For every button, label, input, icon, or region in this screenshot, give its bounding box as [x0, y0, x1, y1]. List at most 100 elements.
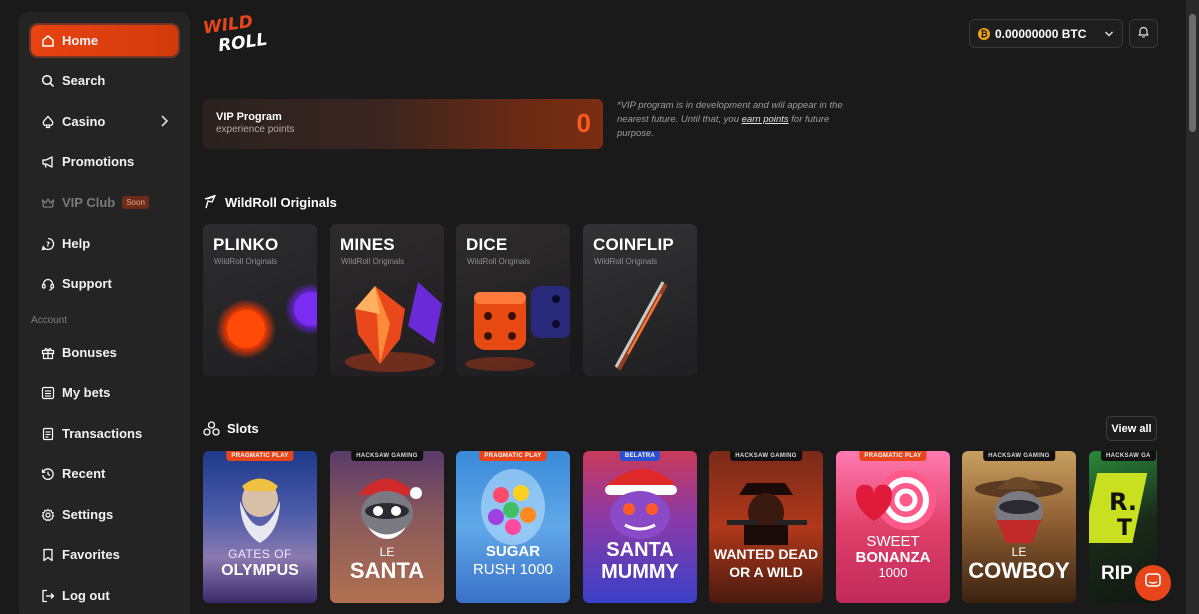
slot-card-le-cowboy[interactable]: HACKSAW GAMING LE COWBOY: [962, 451, 1076, 603]
originals-heading: WildRoll Originals: [203, 194, 337, 210]
mummy-santa-art: [605, 468, 677, 539]
game-title: PLINKO: [213, 235, 279, 254]
zeus-art: [240, 478, 280, 543]
plinko-balls-art: [216, 283, 317, 359]
bitcoin-icon: ₿: [978, 27, 990, 40]
provider-badge: HACKSAW GAMING: [983, 451, 1055, 461]
wallet-balance-button[interactable]: ₿ 0.00000000 BTC: [969, 19, 1123, 48]
sidebar-item-label: Recent: [62, 466, 106, 481]
slot-title-line2: OR A WILD: [729, 564, 803, 580]
sidebar-item-search[interactable]: Search: [31, 65, 178, 96]
sidebar-item-bonuses[interactable]: Bonuses: [31, 337, 178, 368]
sidebar-item-label: Help: [62, 236, 91, 251]
gumball-machine-art: [481, 469, 545, 545]
sidebar-item-label: My bets: [62, 385, 111, 400]
gunslinger-art: [727, 483, 807, 545]
vip-subtitle: experience points: [216, 124, 295, 135]
slot-title-line1: SUGAR: [485, 543, 541, 560]
sidebar-item-favorites[interactable]: Favorites: [31, 539, 178, 570]
sidebar-item-label: VIP Club: [62, 195, 116, 210]
wildroll-originals-icon: [203, 194, 218, 210]
slot-card-sugar-rush[interactable]: PRAGMATIC PLAY SUGAR RUSH 1000: [456, 451, 570, 603]
sidebar-item-settings[interactable]: Settings: [31, 499, 178, 530]
sidebar-item-casino[interactable]: Casino: [31, 106, 178, 137]
chevron-down-icon: [1104, 28, 1114, 42]
cowboy-raccoon-art: [975, 477, 1063, 543]
provider-badge: HACKSAW GAMING: [351, 451, 423, 461]
sidebar-item-label: Log out: [62, 588, 110, 603]
slot-card-le-santa[interactable]: HACKSAW GAMING LE SANTA: [330, 451, 444, 603]
slot-title-line2: SANTA: [349, 558, 425, 583]
sidebar-item-label: Transactions: [62, 426, 143, 441]
sidebar: Home Search Casino Promotions VIP Club S…: [19, 12, 190, 614]
game-card-coinflip[interactable]: COINFLIP WildRoll Originals: [583, 224, 697, 376]
sidebar-item-help[interactable]: ? Help: [31, 228, 178, 259]
slot-title-line2: MUMMY: [601, 561, 679, 583]
sidebar-item-promotions[interactable]: Promotions: [31, 146, 178, 177]
dice-art: [465, 286, 570, 371]
crown-icon: [40, 195, 56, 211]
megaphone-icon: [40, 154, 56, 170]
view-all-slots-button[interactable]: View all: [1106, 416, 1157, 441]
provider-badge: PRAGMATIC PLAY: [479, 451, 547, 461]
originals-heading-text: WildRoll Originals: [225, 194, 337, 210]
slot-title-line2: COWBOY: [968, 558, 1070, 583]
slots-heading: Slots: [203, 421, 259, 436]
game-card-dice[interactable]: DICE WildRoll Originals: [456, 224, 570, 376]
sidebar-item-label: Favorites: [62, 547, 120, 562]
slot-card-santa-mummy[interactable]: BELATRA SANTA MUMMY: [583, 451, 697, 603]
sidebar-item-label: Casino: [62, 114, 106, 129]
notifications-button[interactable]: [1129, 19, 1158, 48]
sidebar-item-label: Bonuses: [62, 345, 117, 360]
history-icon: [40, 466, 56, 482]
slot-title-line1: LE: [1011, 545, 1027, 559]
vip-title: VIP Program: [216, 111, 282, 123]
game-title: DICE: [466, 235, 508, 254]
mines-gems-art: [345, 282, 442, 372]
account-section-label: Account: [31, 315, 68, 326]
wildroll-logo[interactable]: WILD ROLL: [202, 12, 269, 56]
gift-icon: [40, 345, 56, 361]
raccoon-santa-art: [358, 478, 422, 539]
slots-icon: [203, 421, 220, 436]
sidebar-item-logout[interactable]: Log out: [31, 580, 178, 611]
live-chat-button[interactable]: [1135, 565, 1171, 601]
sidebar-item-recent[interactable]: Recent: [31, 458, 178, 489]
earn-points-link[interactable]: earn points: [742, 114, 789, 125]
slot-title-line1: LE: [379, 545, 395, 559]
sidebar-item-transactions[interactable]: Transactions: [31, 418, 178, 449]
provider-badge: HACKSAW GAMING: [730, 451, 802, 461]
soon-badge: Soon: [122, 196, 149, 209]
headset-icon: [40, 276, 56, 292]
slot-card-sweet-bonanza[interactable]: PRAGMATIC PLAY SWEET BONANZA 1000: [836, 451, 950, 603]
slot-title-line3: 1000: [878, 565, 908, 580]
game-subtitle: WildRoll Originals: [594, 257, 658, 266]
spade-icon: [40, 114, 56, 130]
slot-title-line2: BONANZA: [855, 549, 931, 566]
slot-card-wanted-dead-or-a-wild[interactable]: HACKSAW GAMING WANTED DEAD OR A WILD: [709, 451, 823, 603]
slot-title-line2: OLYMPUS: [221, 562, 299, 579]
game-card-mines[interactable]: MINES WildRoll Originals: [330, 224, 444, 376]
sidebar-item-home[interactable]: Home: [31, 25, 178, 56]
game-title: COINFLIP: [593, 235, 674, 254]
game-card-plinko[interactable]: PLINKO WildRoll Originals: [203, 224, 317, 376]
vip-note: *VIP program is in development and will …: [617, 99, 847, 141]
provider-badge: PRAGMATIC PLAY: [859, 451, 927, 461]
logout-icon: [40, 588, 56, 604]
document-icon: [40, 426, 56, 442]
page-scrollbar[interactable]: [1186, 0, 1199, 614]
sidebar-item-vip-club[interactable]: VIP Club Soon: [31, 187, 178, 218]
sidebar-item-support[interactable]: Support: [31, 268, 178, 299]
coinflip-coin-art: [614, 281, 668, 371]
balance-value: 0.00000000 BTC: [995, 26, 1087, 41]
slot-card-gates-of-olympus[interactable]: PRAGMATIC PLAY GATES OF OLYMPUS: [203, 451, 317, 603]
provider-badge: PRAGMATIC PLAY: [226, 451, 294, 461]
scrollbar-thumb[interactable]: [1189, 14, 1196, 132]
slot-title-line1: GATES OF: [228, 547, 292, 561]
game-subtitle: WildRoll Originals: [341, 257, 405, 266]
gear-icon: [40, 507, 56, 523]
home-icon: [40, 33, 56, 49]
search-icon: [40, 73, 56, 89]
sidebar-item-my-bets[interactable]: My bets: [31, 377, 178, 408]
slots-heading-text: Slots: [227, 421, 259, 436]
